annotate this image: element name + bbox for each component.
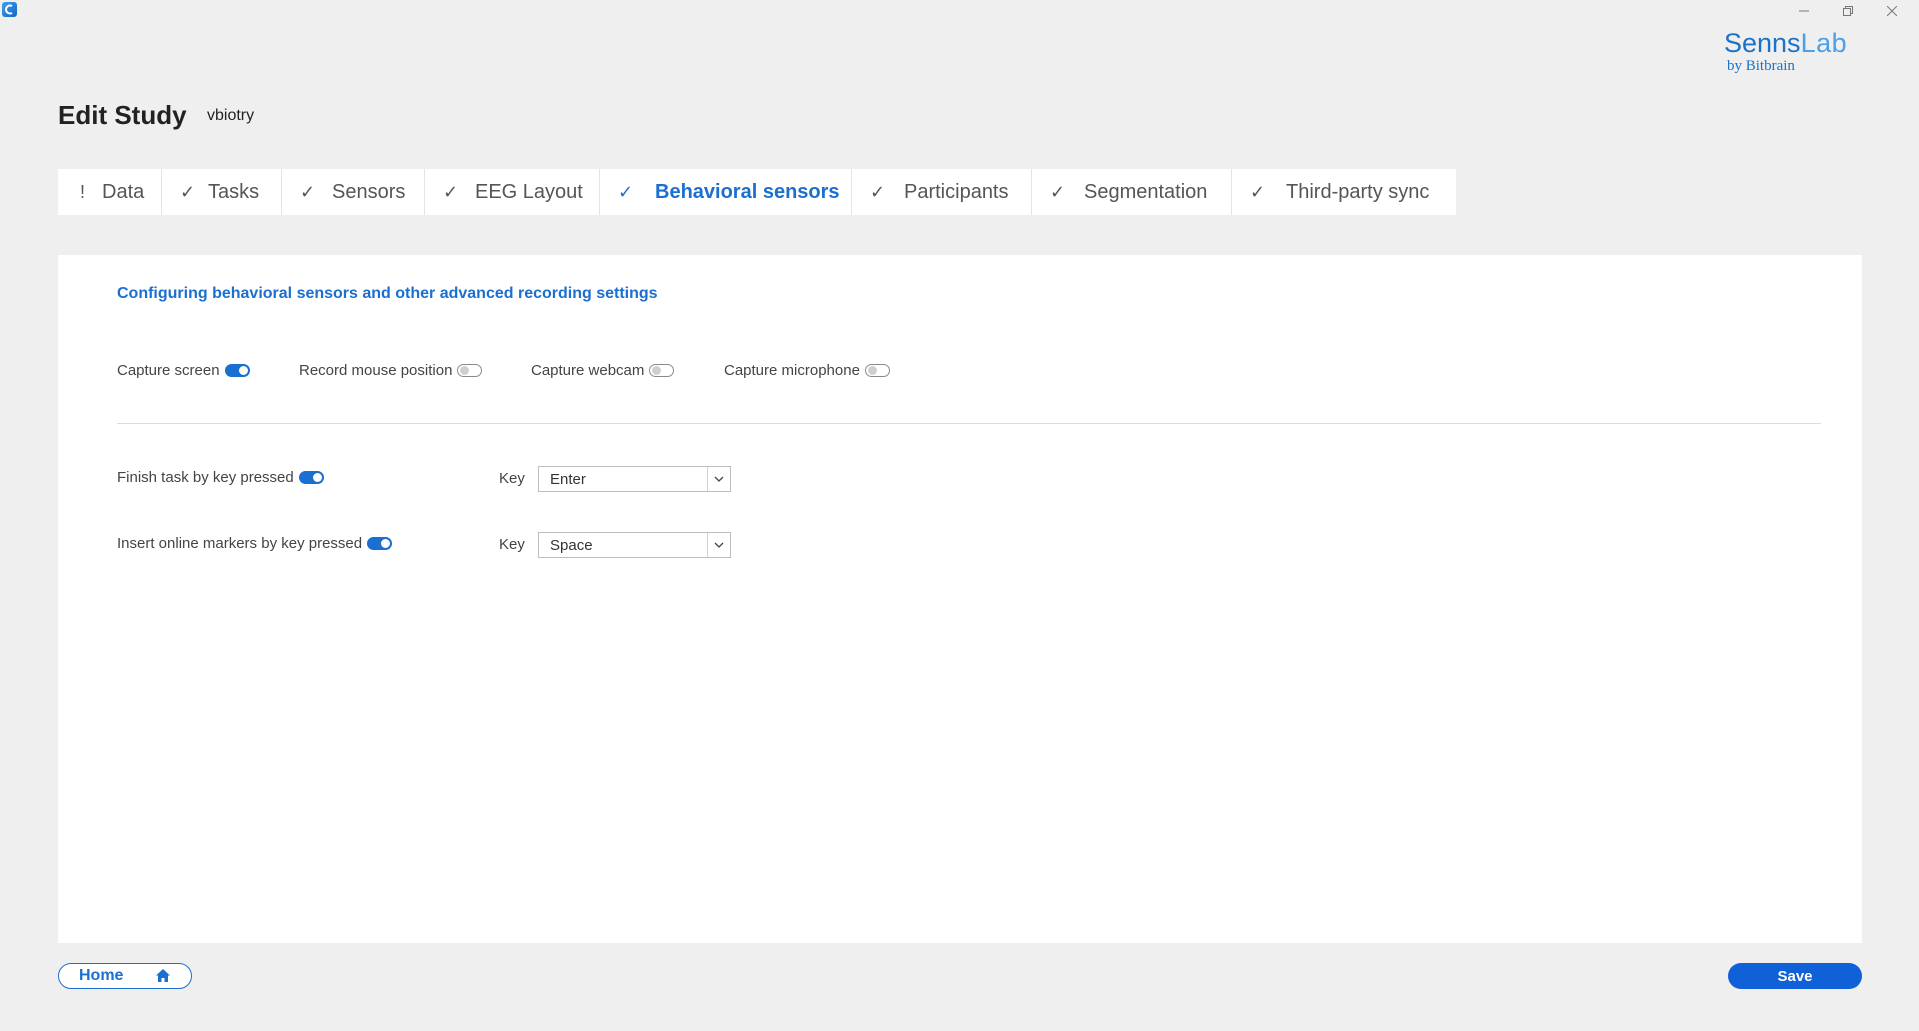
tab-label: Third-party sync — [1286, 180, 1430, 203]
tab-segmentation[interactable]: ✓ Segmentation — [1032, 169, 1232, 215]
divider — [117, 423, 1821, 424]
app-window: SennsLab by Bitbrain Edit Study vbiotry … — [0, 0, 1919, 1031]
warning-mark-icon: ! — [80, 181, 86, 202]
tab-label: Behavioral sensors — [655, 180, 840, 203]
finish-task-key-select[interactable]: Enter — [538, 466, 731, 492]
capture-webcam-setting: Capture webcam — [531, 360, 675, 380]
logo-lab: Lab — [1800, 28, 1848, 58]
online-markers-label: Insert online markers by key pressed — [117, 535, 363, 552]
finish-task-label: Finish task by key pressed — [117, 469, 294, 486]
minimize-icon[interactable] — [1782, 0, 1826, 22]
restore-icon[interactable] — [1826, 0, 1870, 22]
key-label: Key — [499, 536, 525, 553]
home-icon — [155, 968, 171, 988]
tab-sensors[interactable]: ✓ Sensors — [282, 169, 425, 215]
online-markers-row: Insert online markers by key pressed Key… — [117, 532, 817, 558]
record-mouse-toggle[interactable] — [457, 363, 483, 377]
page-title: Edit Study — [58, 100, 187, 130]
chevron-down-icon[interactable] — [707, 467, 730, 491]
home-label: Home — [79, 967, 124, 984]
online-markers-key-select[interactable]: Space — [538, 532, 731, 558]
record-mouse-setting: Record mouse position — [299, 360, 483, 380]
logo-wordmark: SennsLab — [1724, 28, 1854, 58]
tab-third-party-sync[interactable]: ✓ Third-party sync — [1232, 169, 1456, 215]
logo-senns: Senns — [1724, 28, 1801, 58]
tab-label: EEG Layout — [475, 180, 583, 203]
online-markers-setting: Insert online markers by key pressed — [117, 535, 393, 552]
tab-behavioral-sensors[interactable]: ✓ Behavioral sensors — [600, 169, 852, 215]
capture-microphone-setting: Capture microphone — [724, 360, 890, 380]
capture-webcam-toggle[interactable] — [649, 363, 675, 377]
sennslab-logo: SennsLab by Bitbrain — [1724, 28, 1854, 78]
capture-screen-toggle[interactable] — [224, 363, 250, 377]
capture-microphone-toggle[interactable] — [864, 363, 890, 377]
app-icon — [2, 2, 17, 17]
check-icon: ✓ — [618, 181, 634, 202]
capture-webcam-label: Capture webcam — [531, 361, 645, 379]
study-name: vbiotry — [207, 107, 255, 124]
online-markers-toggle[interactable] — [367, 537, 393, 550]
study-tabs: ! Data ✓ Tasks ✓ Sensors ✓ EEG Layout ✓ … — [58, 169, 1456, 215]
select-value: Enter — [550, 470, 586, 488]
check-icon: ✓ — [1050, 181, 1066, 202]
finish-task-row: Finish task by key pressed Key Enter — [117, 466, 817, 492]
save-button[interactable]: Save — [1728, 963, 1862, 989]
finish-task-setting: Finish task by key pressed — [117, 469, 324, 486]
tab-label: Tasks — [208, 180, 260, 203]
record-mouse-label: Record mouse position — [299, 361, 453, 379]
tab-participants[interactable]: ✓ Participants — [852, 169, 1032, 215]
check-icon: ✓ — [180, 181, 196, 202]
tab-eeg-layout[interactable]: ✓ EEG Layout — [425, 169, 600, 215]
finish-task-toggle[interactable] — [298, 471, 324, 484]
capture-screen-setting: Capture screen — [117, 360, 250, 380]
check-icon: ✓ — [1250, 181, 1266, 202]
check-icon: ✓ — [870, 181, 886, 202]
home-button[interactable]: Home — [58, 963, 192, 989]
check-icon: ✓ — [443, 181, 459, 202]
tab-tasks[interactable]: ✓ Tasks — [162, 169, 282, 215]
tab-label: Sensors — [332, 180, 406, 203]
capture-microphone-label: Capture microphone — [724, 361, 860, 379]
close-icon[interactable] — [1870, 0, 1914, 22]
section-title: Configuring behavioral sensors and other… — [117, 285, 658, 302]
tab-data[interactable]: ! Data — [58, 169, 162, 215]
tab-label: Segmentation — [1084, 180, 1208, 203]
tab-label: Participants — [904, 180, 1009, 203]
logo-tagline: by Bitbrain — [1727, 58, 1795, 74]
check-icon: ✓ — [300, 181, 316, 202]
chevron-down-icon[interactable] — [707, 533, 730, 557]
select-value: Space — [550, 536, 593, 554]
title-bar — [0, 0, 1919, 22]
behavioral-sensors-panel: Configuring behavioral sensors and other… — [58, 255, 1862, 943]
save-label: Save — [1777, 967, 1813, 985]
tab-label: Data — [102, 180, 145, 203]
capture-screen-label: Capture screen — [117, 361, 220, 379]
key-label: Key — [499, 470, 525, 487]
